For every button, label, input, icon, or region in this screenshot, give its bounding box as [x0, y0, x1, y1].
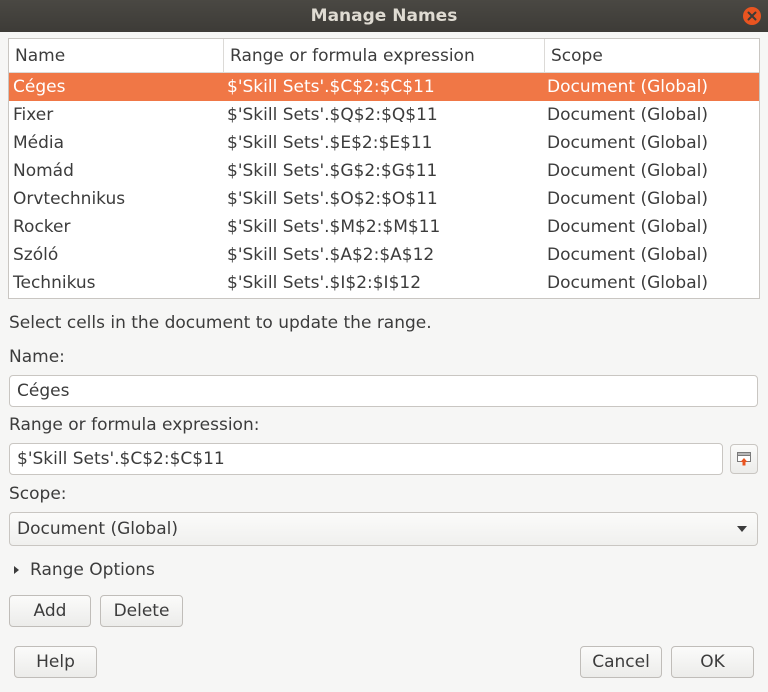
- title-bar: Manage Names: [0, 0, 768, 32]
- cell-name: Szóló: [13, 245, 59, 265]
- chevron-down-icon: [737, 526, 747, 532]
- column-header-range[interactable]: Range or formula expression: [223, 39, 544, 73]
- range-field[interactable]: $'Skill Sets'.$C$2:$C$11: [9, 443, 723, 475]
- cancel-button[interactable]: Cancel: [580, 646, 662, 678]
- cell-range: $'Skill Sets'.$I$2:$I$12: [227, 273, 422, 293]
- table-row[interactable]: Orvtechnikus $'Skill Sets'.$O$2:$O$11 Docu…: [9, 185, 759, 213]
- cell-name: Technikus: [13, 273, 96, 293]
- delete-button[interactable]: Delete: [100, 595, 183, 627]
- window-title: Manage Names: [310, 6, 458, 26]
- cell-name: Nomád: [13, 161, 74, 181]
- close-button[interactable]: [743, 7, 761, 25]
- column-header-scope[interactable]: Scope: [544, 39, 759, 73]
- table-row[interactable]: Céges $'Skill Sets'.$C$2:$C$11 Document (G…: [9, 73, 759, 101]
- scope-label: Scope:: [9, 484, 67, 504]
- table-row[interactable]: Fixer $'Skill Sets'.$Q$2:$Q$11 Document (G…: [9, 101, 759, 129]
- name-field-value: Céges: [17, 381, 70, 401]
- cell-scope: Document (Global): [547, 161, 708, 181]
- triangle-right-icon: [14, 566, 19, 574]
- scope-dropdown-value: Document (Global): [17, 519, 178, 539]
- scope-dropdown[interactable]: Document (Global): [9, 512, 758, 546]
- add-button[interactable]: Add: [9, 595, 91, 627]
- table-body: Céges $'Skill Sets'.$C$2:$C$11 Document (G…: [9, 73, 759, 297]
- cell-scope: Document (Global): [547, 189, 708, 209]
- cell-range: $'Skill Sets'.$A$2:$A$12: [227, 245, 435, 265]
- cell-scope: Document (Global): [547, 105, 708, 125]
- cell-scope: Document (Global): [547, 245, 708, 265]
- name-label: Name:: [9, 347, 65, 367]
- cell-scope: Document (Global): [547, 273, 708, 293]
- cell-scope: Document (Global): [547, 133, 708, 153]
- shrink-range-icon: [737, 452, 751, 466]
- table-header: Name Range or formula expression Scope: [9, 39, 759, 73]
- shrink-range-button[interactable]: [730, 444, 758, 474]
- column-header-name[interactable]: Name: [9, 39, 223, 73]
- close-icon: [747, 11, 757, 21]
- cell-name: Orvtechnikus: [13, 189, 126, 209]
- cell-name: Média: [13, 133, 65, 153]
- cell-name: Céges: [13, 77, 66, 97]
- table-row[interactable]: Rocker $'Skill Sets'.$M$2:$M$11 Document (…: [9, 213, 759, 241]
- table-row[interactable]: Média $'Skill Sets'.$E$2:$E$11 Document (G…: [9, 129, 759, 157]
- names-table[interactable]: Name Range or formula expression Scope C…: [8, 38, 760, 299]
- cell-range: $'Skill Sets'.$M$2:$M$11: [227, 217, 441, 237]
- range-label: Range or formula expression:: [9, 415, 260, 435]
- range-options-expander[interactable]: Range Options: [12, 560, 155, 580]
- cell-scope: Document (Global): [547, 217, 708, 237]
- help-button[interactable]: Help: [14, 646, 97, 678]
- table-row[interactable]: Szóló $'Skill Sets'.$A$2:$A$12 Document (G…: [9, 241, 759, 269]
- cell-range: $'Skill Sets'.$G$2:$G$11: [227, 161, 438, 181]
- cell-range: $'Skill Sets'.$Q$2:$Q$11: [227, 105, 438, 125]
- table-row[interactable]: Nomád $'Skill Sets'.$G$2:$G$11 Document (G…: [9, 157, 759, 185]
- cell-range: $'Skill Sets'.$C$2:$C$11: [227, 77, 435, 97]
- cell-range: $'Skill Sets'.$E$2:$E$11: [227, 133, 433, 153]
- table-row[interactable]: Technikus $'Skill Sets'.$I$2:$I$12 Documen…: [9, 269, 759, 297]
- info-text: Select cells in the document to update t…: [9, 313, 432, 333]
- cell-range: $'Skill Sets'.$O$2:$O$11: [227, 189, 438, 209]
- range-field-value: $'Skill Sets'.$C$2:$C$11: [17, 449, 225, 469]
- range-options-label: Range Options: [30, 560, 155, 580]
- cell-scope: Document (Global): [547, 77, 708, 97]
- cell-name: Rocker: [13, 217, 71, 237]
- ok-button[interactable]: OK: [671, 646, 754, 678]
- name-field[interactable]: Céges: [9, 375, 758, 407]
- cell-name: Fixer: [13, 105, 54, 125]
